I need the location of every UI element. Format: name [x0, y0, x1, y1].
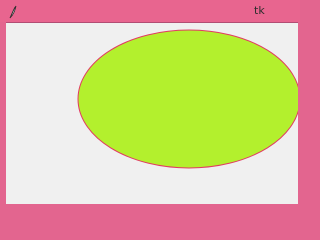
app-window: tk: [0, 0, 300, 210]
feather-icon[interactable]: [8, 4, 18, 19]
title-bar[interactable]: tk: [0, 0, 300, 22]
canvas-area[interactable]: [6, 22, 298, 204]
oval-shape[interactable]: [77, 29, 298, 169]
window-title: tk: [254, 4, 265, 17]
tk-canvas[interactable]: [6, 23, 298, 205]
